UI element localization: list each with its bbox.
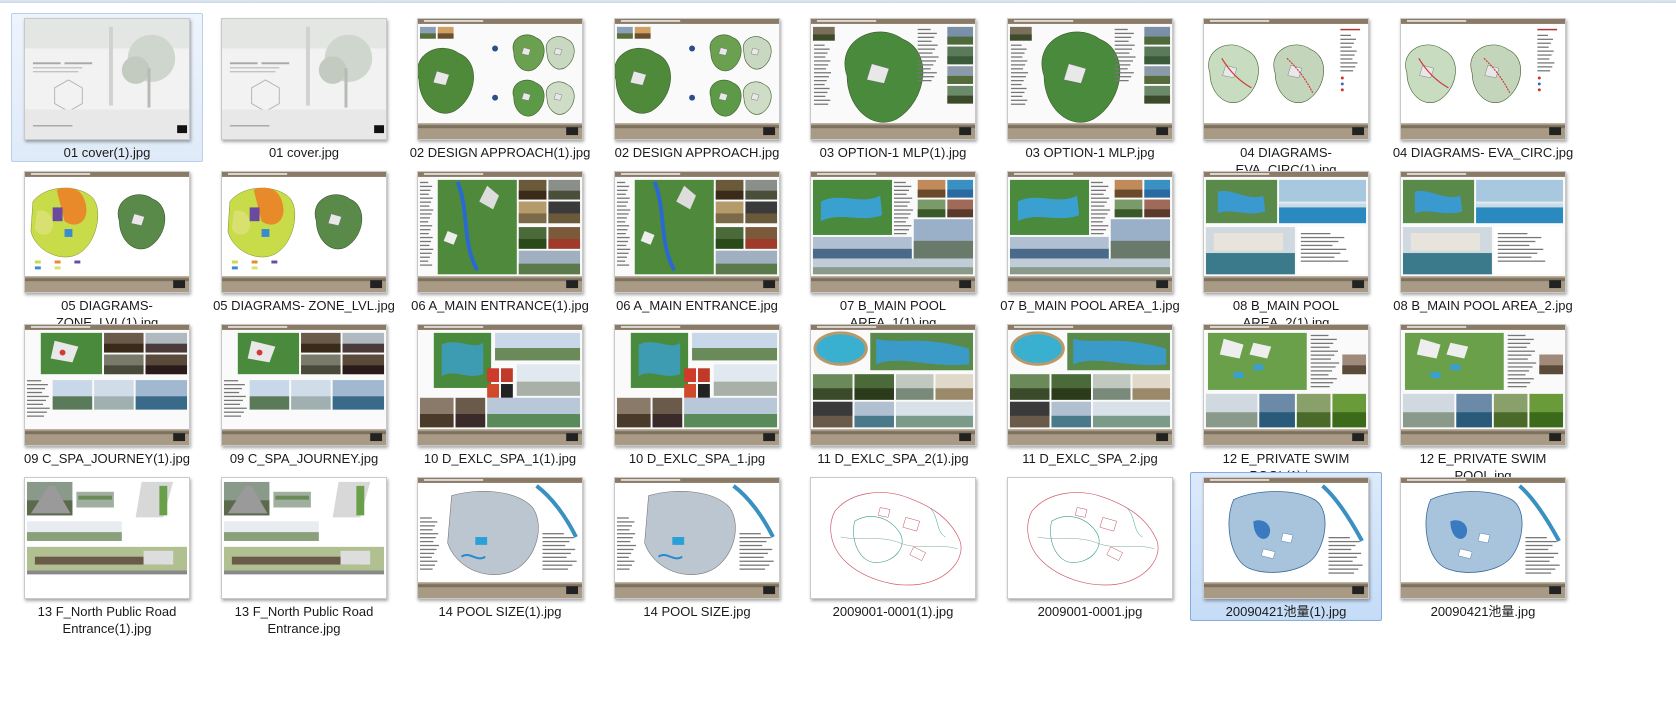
file-name-label: 03 OPTION-1 MLP.jpg xyxy=(1025,145,1155,160)
file-item[interactable]: 03 OPTION-1 MLP.jpg xyxy=(994,13,1186,162)
file-item[interactable]: 02 DESIGN APPROACH(1).jpg xyxy=(404,13,596,162)
file-item[interactable]: 06 A_MAIN ENTRANCE.jpg xyxy=(601,166,793,315)
file-item[interactable]: 14 POOL SIZE(1).jpg xyxy=(404,472,596,621)
file-thumbnail-icon xyxy=(417,477,583,599)
file-item[interactable]: 04 DIAGRAMS- EVA_CIRC.jpg xyxy=(1387,13,1579,162)
file-thumbnail-icon xyxy=(221,324,387,446)
file-thumbnail-icon xyxy=(1203,18,1369,140)
file-item[interactable]: 10 D_EXLC_SPA_1(1).jpg xyxy=(404,319,596,468)
file-thumbnail-icon xyxy=(810,18,976,140)
file-item[interactable]: 10 D_EXLC_SPA_1.jpg xyxy=(601,319,793,468)
file-item[interactable]: 09 C_SPA_JOURNEY.jpg xyxy=(208,319,400,468)
file-thumbnail-icon xyxy=(614,324,780,446)
file-thumbnail-icon xyxy=(810,477,976,599)
file-item[interactable]: 03 OPTION-1 MLP(1).jpg xyxy=(797,13,989,162)
file-item[interactable]: 13 F_North Public Road Entrance.jpg xyxy=(208,472,400,636)
file-item[interactable]: 12 E_PRIVATE SWIM POOL.jpg xyxy=(1387,319,1579,483)
file-thumbnail-icon xyxy=(24,171,190,293)
file-thumbnail-icon xyxy=(1203,171,1369,293)
file-name-label: 11 D_EXLC_SPA_2.jpg xyxy=(1022,451,1158,466)
file-thumbnail-icon xyxy=(810,324,976,446)
file-item[interactable]: 01 cover(1).jpg xyxy=(11,13,203,162)
file-name-label: 04 DIAGRAMS- EVA_CIRC.jpg xyxy=(1392,145,1574,160)
file-thumbnail-icon xyxy=(221,171,387,293)
file-item[interactable]: 2009001-0001.jpg xyxy=(994,472,1186,621)
file-item[interactable]: 2009001-0001(1).jpg xyxy=(797,472,989,621)
file-name-label: 2009001-0001.jpg xyxy=(1037,604,1143,619)
file-name-label: 2009001-0001(1).jpg xyxy=(832,604,954,619)
file-thumbnail-icon xyxy=(1007,171,1173,293)
file-item[interactable]: 08 B_MAIN POOL AREA_2(1).jpg xyxy=(1190,166,1382,330)
file-name-label: 10 D_EXLC_SPA_1.jpg xyxy=(628,451,766,466)
file-name-label: 13 F_North Public Road Entrance(1).jpg xyxy=(37,604,177,636)
file-name-label: 05 DIAGRAMS- ZONE_LVL.jpg xyxy=(213,298,395,313)
file-item[interactable]: 20090421池量(1).jpg xyxy=(1190,472,1382,621)
file-thumbnail-icon xyxy=(1203,477,1369,599)
file-name-label: 03 OPTION-1 MLP(1).jpg xyxy=(819,145,967,160)
file-grid[interactable]: 01 cover(1).jpg 01 cover.jpg 02 DESIGN A… xyxy=(0,0,1676,711)
file-thumbnail-icon xyxy=(1007,324,1173,446)
file-thumbnail-icon xyxy=(614,171,780,293)
file-name-label: 07 B_MAIN POOL AREA_1.jpg xyxy=(1000,298,1180,313)
file-item[interactable]: 05 DIAGRAMS- ZONE_LVL.jpg xyxy=(208,166,400,315)
file-name-label: 02 DESIGN APPROACH.jpg xyxy=(614,145,780,160)
file-item[interactable]: 05 DIAGRAMS- ZONE_LVL(1).jpg xyxy=(11,166,203,330)
file-thumbnail-icon xyxy=(24,477,190,599)
file-thumbnail-icon xyxy=(1400,477,1566,599)
file-thumbnail-icon xyxy=(1007,477,1173,599)
file-thumbnail-icon xyxy=(417,18,583,140)
file-item[interactable]: 07 B_MAIN POOL AREA_1(1).jpg xyxy=(797,166,989,330)
file-item[interactable]: 13 F_North Public Road Entrance(1).jpg xyxy=(11,472,203,636)
file-item[interactable]: 06 A_MAIN ENTRANCE(1).jpg xyxy=(404,166,596,315)
file-name-label: 11 D_EXLC_SPA_2(1).jpg xyxy=(817,451,969,466)
file-thumbnail-icon xyxy=(24,18,190,140)
file-thumbnail-icon xyxy=(221,18,387,140)
file-thumbnail-icon xyxy=(810,171,976,293)
file-name-label: 10 D_EXLC_SPA_1(1).jpg xyxy=(423,451,577,466)
file-thumbnail-icon xyxy=(1400,171,1566,293)
file-name-label: 20090421池量.jpg xyxy=(1430,604,1536,619)
file-name-label: 06 A_MAIN ENTRANCE.jpg xyxy=(616,298,778,313)
file-name-label: 09 C_SPA_JOURNEY.jpg xyxy=(229,451,379,466)
file-item[interactable]: 02 DESIGN APPROACH.jpg xyxy=(601,13,793,162)
file-thumbnail-icon xyxy=(24,324,190,446)
file-item[interactable]: 07 B_MAIN POOL AREA_1.jpg xyxy=(994,166,1186,315)
file-name-label: 13 F_North Public Road Entrance.jpg xyxy=(234,604,374,636)
file-item[interactable]: 04 DIAGRAMS- EVA_CIRC(1).jpg xyxy=(1190,13,1382,177)
file-thumbnail-icon xyxy=(417,171,583,293)
file-name-label: 08 B_MAIN POOL AREA_2.jpg xyxy=(1393,298,1573,313)
file-item[interactable]: 20090421池量.jpg xyxy=(1387,472,1579,621)
file-name-label: 14 POOL SIZE(1).jpg xyxy=(438,604,562,619)
file-thumbnail-icon xyxy=(1007,18,1173,140)
file-thumbnail-icon xyxy=(614,18,780,140)
file-thumbnail-icon xyxy=(1400,324,1566,446)
file-item[interactable]: 09 C_SPA_JOURNEY(1).jpg xyxy=(11,319,203,468)
file-name-label: 06 A_MAIN ENTRANCE(1).jpg xyxy=(411,298,589,313)
file-thumbnail-icon xyxy=(1400,18,1566,140)
file-name-label: 14 POOL SIZE.jpg xyxy=(643,604,751,619)
file-name-label: 20090421池量(1).jpg xyxy=(1225,604,1347,619)
file-thumbnail-icon xyxy=(1203,324,1369,446)
file-item[interactable]: 01 cover.jpg xyxy=(208,13,400,162)
file-name-label: 01 cover.jpg xyxy=(268,145,340,160)
file-thumbnail-icon xyxy=(417,324,583,446)
file-item[interactable]: 11 D_EXLC_SPA_2.jpg xyxy=(994,319,1186,468)
file-item[interactable]: 11 D_EXLC_SPA_2(1).jpg xyxy=(797,319,989,468)
file-thumbnail-icon xyxy=(221,477,387,599)
file-item[interactable]: 12 E_PRIVATE SWIM POOL(1).jpg xyxy=(1190,319,1382,483)
file-name-label: 01 cover(1).jpg xyxy=(63,145,151,160)
file-name-label: 02 DESIGN APPROACH(1).jpg xyxy=(409,145,591,160)
file-item[interactable]: 08 B_MAIN POOL AREA_2.jpg xyxy=(1387,166,1579,315)
file-name-label: 09 C_SPA_JOURNEY(1).jpg xyxy=(24,451,190,466)
file-item[interactable]: 14 POOL SIZE.jpg xyxy=(601,472,793,621)
file-thumbnail-icon xyxy=(614,477,780,599)
